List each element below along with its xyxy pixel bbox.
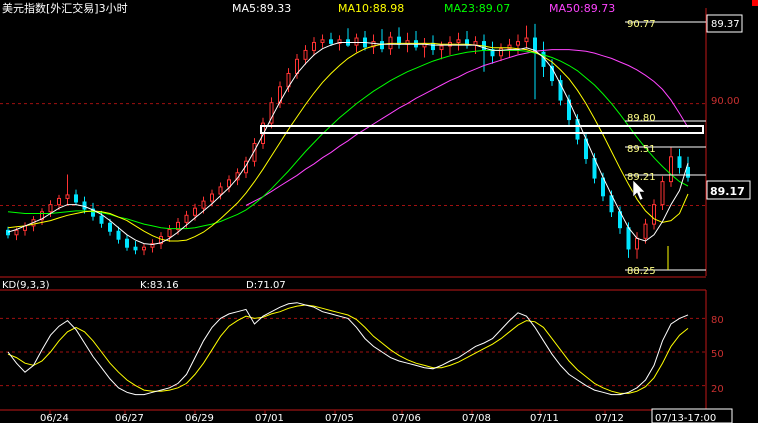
candle-body (218, 186, 223, 195)
corner-indicator (752, 0, 758, 6)
kd-k-value: K:83.16 (140, 280, 179, 291)
date-label: 06/29 (185, 413, 214, 423)
candle-body (635, 237, 639, 250)
annotation-label: 90.77 (627, 19, 656, 30)
candle-body (295, 58, 299, 74)
candle-body (601, 177, 605, 197)
candle-body (167, 228, 172, 238)
chart-title: 美元指数[外汇交易]3小时 (2, 1, 128, 15)
candle-body (210, 193, 214, 202)
date-label: 07/12 (595, 413, 624, 423)
candle-body (609, 195, 614, 213)
candle-body (133, 246, 138, 251)
ma50-legend: MA50:89.73 (549, 2, 615, 15)
ma10-legend: MA10:88.98 (338, 2, 404, 15)
annotation-label: 89.51 (627, 144, 656, 155)
stock-chart[interactable]: 美元指数[外汇交易]3小时 MA5:89.33 MA10:88.98 MA23:… (0, 0, 758, 423)
candle-body (320, 39, 325, 43)
kd-title: KD(9,3,3) (2, 280, 50, 291)
date-label: 07/01 (255, 413, 284, 423)
kd-scale-label: 20 (711, 384, 724, 395)
candle-body (516, 41, 520, 46)
date-label: 07/08 (462, 413, 491, 423)
date-label: 07/11 (530, 413, 559, 423)
kd-d-value: D:71.07 (246, 280, 286, 291)
candle-body (48, 204, 53, 213)
candle-body (116, 230, 121, 240)
candle-body (380, 41, 384, 50)
candle-body (82, 201, 87, 210)
candle-body (669, 156, 673, 183)
candle-body (312, 41, 316, 51)
date-label: 06/24 (40, 413, 69, 423)
candle-body (626, 227, 631, 250)
candle-body (686, 166, 690, 178)
candle-body (499, 48, 503, 57)
candle-body (193, 207, 197, 216)
annotation-label: 89.80 (627, 113, 656, 124)
ma5-legend: MA5:89.33 (232, 2, 291, 15)
date-label: 07/06 (392, 413, 421, 423)
candle-body (14, 229, 19, 236)
chart-background (0, 0, 758, 423)
cursor-date-label: 07/13-17:00 (655, 413, 716, 423)
candle-body (524, 37, 529, 43)
candle-body (329, 39, 333, 44)
candle-body (660, 181, 665, 206)
candle-body (184, 214, 189, 223)
annotation-label: 89.21 (627, 172, 656, 183)
date-label: 07/05 (325, 413, 354, 423)
kd-scale-label: 80 (711, 315, 724, 326)
candle-body (108, 222, 112, 232)
candle-body (65, 194, 70, 199)
candle-body (74, 194, 78, 203)
candle-body (652, 204, 656, 225)
candle-body (6, 229, 10, 236)
candle-body (57, 197, 61, 206)
candle-body (99, 215, 104, 224)
candle-body (142, 246, 146, 251)
candle-body (303, 49, 308, 60)
ma23-legend: MA23:89.07 (444, 2, 510, 15)
candle-body (439, 45, 444, 51)
current-price-label: 89.17 (710, 185, 745, 198)
candle-body (125, 238, 129, 248)
candle-body (643, 223, 648, 239)
candle-body (201, 200, 206, 209)
price-scale-label: 90.00 (711, 96, 740, 107)
annotation-label: 88.25 (627, 266, 656, 277)
kd-scale-label: 50 (711, 349, 724, 360)
price-box-top-label: 89.37 (711, 19, 740, 30)
candle-body (431, 42, 435, 51)
candle-body (354, 37, 359, 46)
date-label: 06/27 (115, 413, 144, 423)
candle-body (677, 156, 682, 168)
candle-body (456, 39, 461, 43)
